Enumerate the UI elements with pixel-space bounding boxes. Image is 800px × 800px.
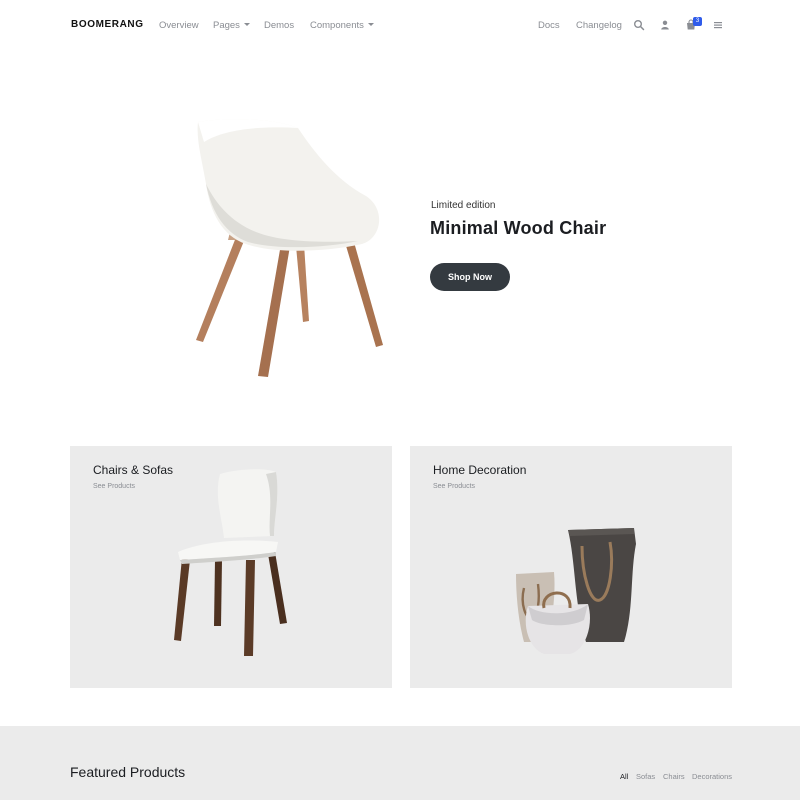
filter-chairs[interactable]: Chairs	[663, 772, 685, 781]
hero-title: Minimal Wood Chair	[430, 218, 607, 238]
see-products-link[interactable]: See Products	[433, 483, 475, 490]
chevron-down-icon	[367, 23, 374, 26]
user-icon[interactable]	[659, 19, 671, 31]
nav-changelog[interactable]: Changelog	[576, 20, 622, 31]
hero-eyebrow: Limited edition	[431, 200, 496, 211]
featured-title: Featured Products	[70, 764, 186, 780]
category-card-decoration[interactable]: Home Decoration See Products	[410, 446, 732, 688]
chevron-down-icon	[243, 23, 250, 26]
nav-overview[interactable]: Overview	[159, 20, 199, 31]
white-chair-image	[174, 469, 287, 656]
cart-count-badge: 3	[693, 17, 702, 26]
search-icon[interactable]	[633, 19, 645, 31]
featured-section: Featured Products All Sofas Chairs Decor…	[0, 726, 800, 800]
brand-logo[interactable]: BOOMERANG	[71, 19, 144, 30]
category-title: Chairs & Sofas	[93, 463, 174, 477]
filter-sofas[interactable]: Sofas	[636, 772, 655, 781]
hero-chair-image	[196, 119, 383, 377]
decor-bags-image	[516, 528, 636, 654]
shop-now-button[interactable]: Shop Now	[430, 263, 510, 291]
nav-pages[interactable]: Pages	[213, 20, 250, 31]
menu-icon[interactable]	[712, 19, 724, 31]
nav-demos[interactable]: Demos	[264, 20, 294, 31]
category-card-chairs[interactable]: Chairs & Sofas See Products	[70, 446, 392, 688]
navbar: BOOMERANG Overview Pages Demos Component…	[0, 0, 800, 52]
nav-docs[interactable]: Docs	[538, 20, 560, 31]
filter-all[interactable]: All	[620, 772, 628, 781]
see-products-link[interactable]: See Products	[93, 483, 135, 490]
category-title: Home Decoration	[433, 463, 527, 477]
filter-decorations[interactable]: Decorations	[692, 772, 732, 781]
nav-components[interactable]: Components	[310, 20, 374, 31]
